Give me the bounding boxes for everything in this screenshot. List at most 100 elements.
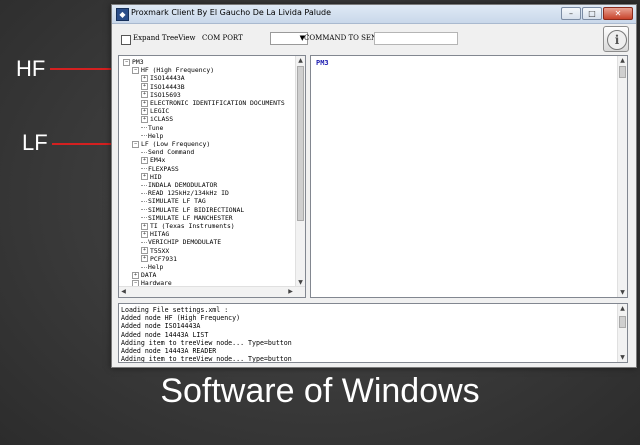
tree-node-label: HF (High Frequency) bbox=[141, 66, 215, 75]
expand-icon[interactable]: + bbox=[141, 74, 148, 82]
expand-icon[interactable]: + bbox=[141, 247, 148, 255]
tree-node[interactable]: + LEGIC bbox=[141, 107, 169, 115]
expand-icon[interactable]: + bbox=[141, 91, 148, 99]
tree-node-label: SIMULATE LF MANCHESTER bbox=[148, 213, 233, 222]
output-panel[interactable]: PM3 ▲ ▼ bbox=[310, 55, 628, 298]
tree-node[interactable]: VERICHIP DEMODULATE bbox=[141, 238, 221, 246]
tree-horizontal-scrollbar[interactable]: ◀ ▶ bbox=[119, 286, 305, 297]
tree-node[interactable]: + HID bbox=[141, 173, 162, 181]
scroll-down-icon[interactable]: ▼ bbox=[618, 288, 627, 297]
expand-icon[interactable]: + bbox=[132, 271, 139, 279]
tree-scroll-thumb[interactable] bbox=[297, 66, 304, 221]
log-panel[interactable]: Loading File settings.xml : Added node HF… bbox=[118, 303, 628, 363]
scroll-left-icon[interactable]: ◀ bbox=[119, 287, 128, 297]
expand-icon[interactable]: + bbox=[141, 156, 148, 164]
minimize-button[interactable]: – bbox=[561, 7, 581, 20]
tree-node[interactable]: SIMULATE LF BIDIRECTIONAL bbox=[141, 206, 244, 214]
expand-icon[interactable]: + bbox=[141, 230, 148, 238]
tree-node[interactable]: Send Command bbox=[141, 148, 194, 156]
tree-node[interactable]: + HITAG bbox=[141, 230, 169, 238]
tree-node[interactable]: + DATA bbox=[132, 271, 156, 279]
log-vertical-scrollbar[interactable]: ▲ ▼ bbox=[617, 304, 627, 362]
hf-annotation-label: HF bbox=[16, 56, 46, 81]
expand-icon[interactable]: + bbox=[141, 83, 148, 91]
tree-node[interactable]: READ 125kHz/134kHz ID bbox=[141, 189, 229, 197]
toolbar: Expand TreeView COM PORT ▼ COMMAND TO SE… bbox=[112, 24, 636, 56]
tree-node[interactable]: + EM4x bbox=[141, 156, 165, 164]
tree-node[interactable]: + ISO14443B bbox=[141, 83, 185, 91]
maximize-button[interactable]: □ bbox=[582, 7, 602, 20]
expand-icon[interactable]: + bbox=[141, 173, 148, 181]
scroll-right-icon[interactable]: ▶ bbox=[286, 287, 295, 297]
tree-connector bbox=[141, 209, 147, 211]
tree-connector bbox=[141, 184, 147, 186]
tree-content: − PM3− HF (High Frequency) + ISO14443A + ISO14… bbox=[119, 56, 295, 296]
tree-node-label: INDALA DEMODULATOR bbox=[148, 181, 218, 189]
tree-connector bbox=[141, 192, 147, 194]
expand-icon[interactable]: + bbox=[141, 107, 148, 115]
output-vertical-scrollbar[interactable]: ▲ ▼ bbox=[617, 56, 627, 297]
tree-node-label: ELECTRONIC IDENTIFICATION DOCUMENTS bbox=[150, 99, 285, 107]
tree-node-label: T55XX bbox=[150, 246, 170, 255]
scroll-up-icon[interactable]: ▲ bbox=[618, 304, 627, 313]
tree-node[interactable]: + T55XX bbox=[141, 247, 169, 255]
tree-node[interactable]: + ISO15693 bbox=[141, 91, 181, 99]
window-title: Proxmark Client By El Gaucho De La Livid… bbox=[131, 8, 332, 17]
tree-node-label: iCLASS bbox=[150, 115, 174, 124]
tree-node[interactable]: − PM3 bbox=[123, 58, 144, 66]
log-scroll-thumb[interactable] bbox=[619, 316, 626, 328]
expand-icon[interactable]: + bbox=[141, 222, 148, 230]
scroll-up-icon[interactable]: ▲ bbox=[296, 56, 305, 65]
tree-node[interactable]: Help bbox=[141, 263, 163, 271]
scroll-down-icon[interactable]: ▼ bbox=[618, 353, 627, 362]
tree-node-label: PCF7931 bbox=[150, 254, 177, 263]
commands-treeview[interactable]: − PM3− HF (High Frequency) + ISO14443A + ISO14… bbox=[118, 55, 306, 298]
tree-connector bbox=[141, 241, 147, 243]
tree-vertical-scrollbar[interactable]: ▲ ▼ bbox=[295, 56, 305, 287]
info-icon: i bbox=[607, 30, 627, 50]
tree-node[interactable]: + TI (Texas Instruments) bbox=[141, 222, 235, 230]
tree-node[interactable]: INDALA DEMODULATOR bbox=[141, 181, 217, 189]
tree-node[interactable]: Tune bbox=[141, 124, 163, 132]
tree-node-label: HID bbox=[150, 172, 162, 181]
tree-node[interactable]: − HF (High Frequency) bbox=[132, 66, 214, 74]
tree-node-label: Help bbox=[148, 263, 164, 271]
tree-node[interactable]: − LF (Low Frequency) bbox=[132, 140, 210, 148]
command-input[interactable] bbox=[374, 32, 458, 45]
tree-node-label: Help bbox=[148, 131, 164, 140]
com-port-select[interactable]: ▼ bbox=[270, 32, 308, 45]
tree-node[interactable]: SIMULATE LF MANCHESTER bbox=[141, 214, 233, 222]
tree-node[interactable]: + iCLASS bbox=[141, 115, 173, 123]
collapse-icon[interactable]: − bbox=[132, 66, 139, 74]
com-port-label: COM PORT bbox=[202, 34, 243, 42]
output-panel-header: PM3 bbox=[316, 59, 329, 67]
title-bar[interactable]: ◆ Proxmark Client By El Gaucho De La Liv… bbox=[112, 5, 636, 24]
tree-node[interactable]: FLEXPASS bbox=[141, 165, 179, 173]
expand-icon[interactable]: + bbox=[141, 115, 148, 123]
tree-node-label: SIMULATE LF BIDIRECTIONAL bbox=[148, 205, 245, 214]
tree-node[interactable]: + ELECTRONIC IDENTIFICATION DOCUMENTS bbox=[141, 99, 285, 107]
close-button[interactable]: ✕ bbox=[603, 7, 633, 20]
caption-text: Software of Windows bbox=[160, 372, 480, 410]
scroll-up-icon[interactable]: ▲ bbox=[618, 56, 627, 65]
tree-node-label: READ 125kHz/134kHz ID bbox=[148, 189, 229, 198]
collapse-icon[interactable]: − bbox=[123, 58, 130, 66]
tree-connector bbox=[141, 135, 147, 137]
output-scroll-thumb[interactable] bbox=[619, 66, 626, 78]
tree-node-label: SIMULATE LF TAG bbox=[148, 197, 206, 206]
tree-node-label: DATA bbox=[141, 271, 157, 280]
expand-icon[interactable]: + bbox=[141, 99, 148, 107]
expand-icon[interactable]: + bbox=[141, 255, 148, 263]
tree-node[interactable]: Help bbox=[141, 132, 163, 140]
tree-node-label: ISO14443A bbox=[150, 74, 185, 83]
tree-node-label: Send Command bbox=[148, 148, 195, 157]
info-button[interactable]: i bbox=[603, 26, 629, 52]
expand-treeview-checkbox[interactable] bbox=[121, 35, 131, 45]
tree-node[interactable]: + PCF7931 bbox=[141, 255, 177, 263]
tree-node-label: Tune bbox=[148, 123, 164, 132]
app-window: ◆ Proxmark Client By El Gaucho De La Liv… bbox=[111, 4, 637, 368]
tree-connector bbox=[141, 127, 147, 129]
tree-node[interactable]: + ISO14443A bbox=[141, 74, 185, 82]
collapse-icon[interactable]: − bbox=[132, 140, 139, 148]
tree-node[interactable]: SIMULATE LF TAG bbox=[141, 197, 206, 205]
